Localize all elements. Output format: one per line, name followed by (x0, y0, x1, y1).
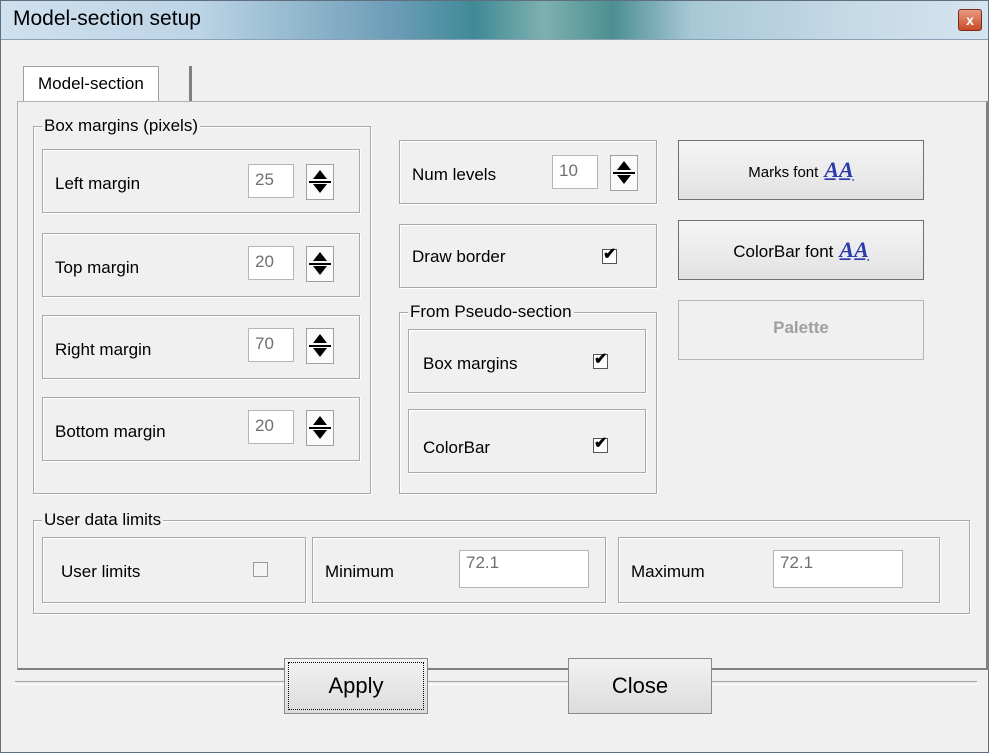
marks-font-button[interactable]: Marks font A̲A̲ (678, 140, 924, 200)
checkmark-icon: ✔ (603, 246, 617, 263)
pseudo-section-legend: From Pseudo-section (408, 302, 574, 322)
close-button[interactable]: Close (568, 658, 712, 714)
bottom-margin-row: Bottom margin 20 (42, 397, 360, 461)
right-margin-value[interactable]: 70 (248, 328, 294, 362)
bottom-margin-label: Bottom margin (55, 422, 166, 441)
dialog-window: Model-section setup x Model-section Box … (0, 0, 989, 753)
window-title: Model-section setup (13, 7, 201, 30)
colorbar-font-label: ColorBar font (733, 242, 834, 261)
num-levels-spinner[interactable]: 10 (552, 155, 640, 191)
spin-arrows-icon[interactable] (306, 246, 334, 282)
spin-arrows-icon[interactable] (306, 164, 334, 200)
user-limits-cell: User limits (42, 537, 306, 603)
pseudo-colorbar-label: ColorBar (423, 438, 491, 457)
checkmark-icon: ✔ (594, 351, 608, 368)
draw-border-checkbox[interactable]: ✔ (602, 246, 617, 264)
minimum-input[interactable]: 72.1 (459, 550, 589, 588)
num-levels-row: Num levels 10 (399, 140, 657, 204)
bottom-margin-value[interactable]: 20 (248, 410, 294, 444)
tab-model-section[interactable]: Model-section (23, 66, 159, 101)
spin-arrows-icon[interactable] (306, 328, 334, 364)
apply-button[interactable]: Apply (284, 658, 428, 714)
palette-button[interactable]: Palette (678, 300, 924, 360)
spin-arrows-icon[interactable] (610, 155, 638, 191)
num-levels-value[interactable]: 10 (552, 155, 598, 189)
right-margin-row: Right margin 70 (42, 315, 360, 379)
draw-border-row: Draw border ✔ (399, 224, 657, 288)
draw-border-label: Draw border (412, 247, 506, 266)
box-margins-group: Box margins (pixels) Left margin 25 Top … (33, 116, 371, 494)
user-limits-checkbox[interactable] (253, 562, 268, 577)
close-label: Close (611, 673, 669, 698)
left-margin-spinner[interactable]: 25 (248, 164, 336, 200)
dialog-client: Model-section Box margins (pixels) Left … (9, 41, 989, 743)
right-margin-label: Right margin (55, 340, 152, 359)
palette-label: Palette (773, 318, 829, 337)
pseudo-box-margins-label: Box margins (423, 354, 518, 373)
font-icon: A̲A̲ (839, 237, 869, 262)
font-icon: A̲A̲ (824, 157, 854, 182)
left-margin-row: Left margin 25 (42, 149, 360, 213)
checkmark-icon: ✔ (594, 435, 608, 452)
user-limits-label: User limits (61, 562, 141, 581)
pseudo-section-group: From Pseudo-section Box margins ✔ ColorB… (399, 302, 657, 494)
right-margin-spinner[interactable]: 70 (248, 328, 336, 364)
tab-panel: Box margins (pixels) Left margin 25 Top … (17, 101, 989, 670)
top-margin-value[interactable]: 20 (248, 246, 294, 280)
user-data-limits-group: User data limits User limits Minimum 72.… (33, 510, 970, 614)
marks-font-label: Marks font (748, 164, 819, 181)
spin-arrows-icon[interactable] (306, 410, 334, 446)
pseudo-box-margins-row: Box margins ✔ (408, 329, 646, 393)
close-icon[interactable]: x (958, 9, 982, 31)
left-margin-label: Left margin (55, 174, 141, 193)
minimum-label: Minimum (325, 562, 394, 581)
top-margin-label: Top margin (55, 258, 140, 277)
left-margin-value[interactable]: 25 (248, 164, 294, 198)
pseudo-box-margins-checkbox[interactable]: ✔ (593, 351, 608, 369)
tab-edge (189, 66, 192, 102)
num-levels-label: Num levels (412, 165, 497, 184)
maximum-cell: Maximum 72.1 (618, 537, 940, 603)
box-margins-legend: Box margins (pixels) (42, 116, 200, 136)
focus-rect (288, 662, 424, 710)
user-data-limits-legend: User data limits (42, 510, 164, 530)
maximum-label: Maximum (631, 562, 705, 581)
colorbar-font-button[interactable]: ColorBar font A̲A̲ (678, 220, 924, 280)
title-bar[interactable]: Model-section setup x (1, 1, 988, 40)
top-margin-row: Top margin 20 (42, 233, 360, 297)
footer-divider (15, 681, 977, 685)
bottom-margin-spinner[interactable]: 20 (248, 410, 336, 446)
maximum-input[interactable]: 72.1 (773, 550, 903, 588)
pseudo-colorbar-checkbox[interactable]: ✔ (593, 435, 608, 453)
minimum-cell: Minimum 72.1 (312, 537, 606, 603)
top-margin-spinner[interactable]: 20 (248, 246, 336, 282)
pseudo-colorbar-row: ColorBar ✔ (408, 409, 646, 473)
